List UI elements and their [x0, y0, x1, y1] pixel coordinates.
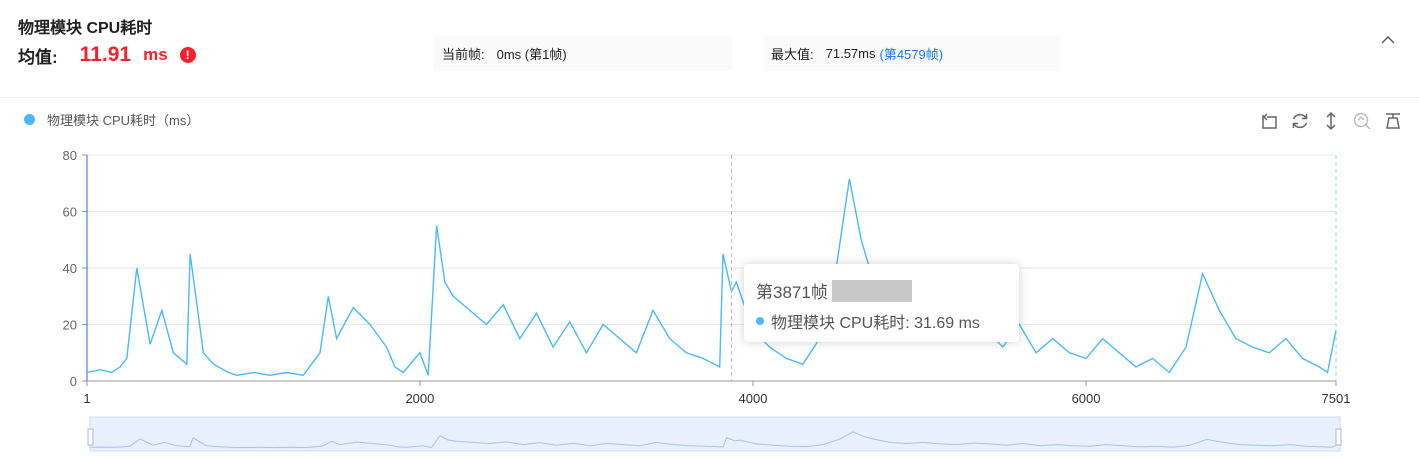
chart-tooltip: 第3871帧 物理模块 CPU耗时: 31.69 ms [744, 264, 1019, 342]
panel-title: 物理模块 CPU耗时 [18, 20, 153, 37]
average-value: 11.91 [79, 43, 132, 66]
brush-icon[interactable] [1382, 110, 1404, 132]
chart-toolbox [1258, 110, 1413, 132]
max-value-stat: 最大值: 71.57ms (第4579帧) [763, 36, 1061, 71]
legend-marker [24, 114, 35, 125]
x-tick-label: 1 [83, 391, 90, 406]
y-tick-label: 0 [70, 374, 77, 389]
alert-icon[interactable]: ! [179, 47, 196, 63]
restore-icon[interactable] [1258, 110, 1280, 132]
current-frame-stat: 当前帧: 0ms (第1帧) [434, 36, 732, 71]
average-row: 均值: 11.91 ms ! [18, 42, 196, 68]
x-tick-label: 6000 [1072, 391, 1101, 406]
chart-legend[interactable]: 物理模块 CPU耗时（ms） [24, 110, 199, 129]
chevron-up-icon[interactable] [1378, 30, 1398, 50]
vertical-arrows-icon[interactable] [1320, 110, 1342, 132]
tooltip-series-marker [756, 317, 764, 325]
panel-header: 物理模块 CPU耗时 均值: 11.91 ms ! 当前帧: 0ms (第1帧)… [0, 0, 1419, 98]
series-line [86, 178, 1337, 377]
data-zoom-slider[interactable] [87, 416, 1342, 452]
tooltip-series-text: 物理模块 CPU耗时: 31.69 ms [771, 315, 980, 332]
refresh-icon[interactable] [1289, 110, 1311, 132]
axes: 0 20 40 60 80 1 2000 4000 6000 7501 [63, 148, 1351, 406]
grid-lines [87, 154, 1336, 325]
redacted-block [831, 279, 912, 302]
tooltip-title-row: 第3871帧 [756, 278, 1007, 303]
tooltip-series-row: 物理模块 CPU耗时: 31.69 ms [756, 309, 1007, 333]
average-unit: ms [143, 45, 168, 64]
max-value-value: 71.57ms [825, 46, 876, 61]
zoom-reset-icon[interactable] [1351, 110, 1373, 132]
current-frame-label: 当前帧: [442, 47, 485, 62]
x-tick-label: 4000 [739, 391, 768, 406]
max-frame-link[interactable]: (第4579帧) [880, 44, 944, 63]
zoom-handle-left [87, 428, 94, 446]
y-tick-label: 40 [63, 261, 77, 276]
line-chart[interactable]: 0 20 40 60 80 1 2000 4000 6000 7501 [0, 140, 1419, 460]
zoom-handle-right [1335, 428, 1342, 446]
max-value-label: 最大值: [771, 47, 814, 62]
y-tick-label: 20 [63, 318, 77, 333]
x-tick-label: 7501 [1322, 391, 1351, 406]
average-label: 均值: [18, 47, 58, 67]
current-frame-value: 0ms (第1帧) [496, 47, 567, 62]
y-tick-label: 80 [63, 148, 77, 163]
tooltip-title: 第3871帧 [756, 283, 828, 302]
legend-label: 物理模块 CPU耗时（ms） [47, 113, 200, 128]
x-tick-label: 2000 [405, 391, 434, 406]
y-tick-label: 60 [63, 205, 77, 220]
